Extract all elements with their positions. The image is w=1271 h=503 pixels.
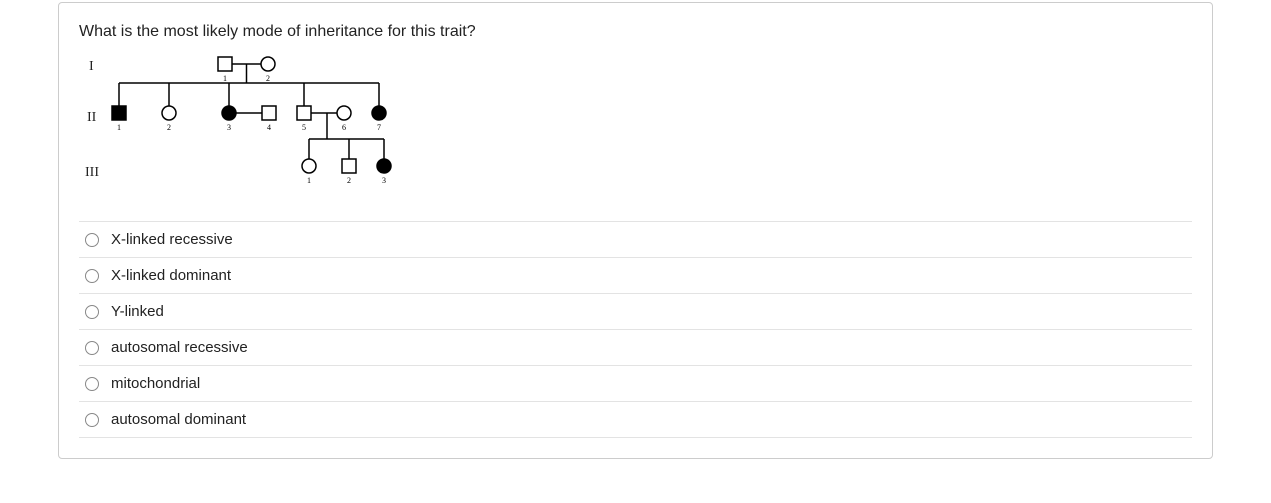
radio-icon: [85, 233, 99, 247]
svg-text:7: 7: [377, 123, 381, 132]
svg-text:5: 5: [302, 123, 306, 132]
gen-label-1: I: [89, 59, 94, 75]
svg-text:6: 6: [342, 123, 346, 132]
svg-text:2: 2: [347, 176, 351, 185]
radio-icon: [85, 413, 99, 427]
option-label: X-linked dominant: [111, 267, 231, 284]
radio-icon: [85, 269, 99, 283]
question-text: What is the most likely mode of inherita…: [79, 23, 1192, 41]
radio-icon: [85, 341, 99, 355]
pedigree-diagram: I II III 1 2 1 2: [79, 53, 499, 213]
options-list: X-linked recessive X-linked dominant Y-l…: [79, 221, 1192, 438]
option-label: Y-linked: [111, 303, 164, 320]
option-y-linked[interactable]: Y-linked: [79, 294, 1192, 330]
svg-text:1: 1: [117, 123, 121, 132]
gen-label-2: II: [87, 110, 96, 126]
radio-icon: [85, 377, 99, 391]
option-label: autosomal dominant: [111, 411, 246, 428]
svg-text:3: 3: [382, 176, 386, 185]
svg-text:1: 1: [307, 176, 311, 185]
question-card: What is the most likely mode of inherita…: [58, 2, 1213, 459]
pedigree-svg: 1 2 1 2 3 4: [79, 53, 499, 213]
option-x-linked-recessive[interactable]: X-linked recessive: [79, 221, 1192, 258]
gen-label-3: III: [85, 165, 99, 181]
svg-text:3: 3: [227, 123, 231, 132]
option-mitochondrial[interactable]: mitochondrial: [79, 366, 1192, 402]
option-autosomal-recessive[interactable]: autosomal recessive: [79, 330, 1192, 366]
svg-text:2: 2: [167, 123, 171, 132]
radio-icon: [85, 305, 99, 319]
svg-text:1: 1: [223, 74, 227, 83]
option-label: mitochondrial: [111, 375, 200, 392]
option-autosomal-dominant[interactable]: autosomal dominant: [79, 402, 1192, 438]
svg-text:2: 2: [266, 74, 270, 83]
option-x-linked-dominant[interactable]: X-linked dominant: [79, 258, 1192, 294]
option-label: X-linked recessive: [111, 231, 233, 248]
svg-text:4: 4: [267, 123, 271, 132]
option-label: autosomal recessive: [111, 339, 248, 356]
